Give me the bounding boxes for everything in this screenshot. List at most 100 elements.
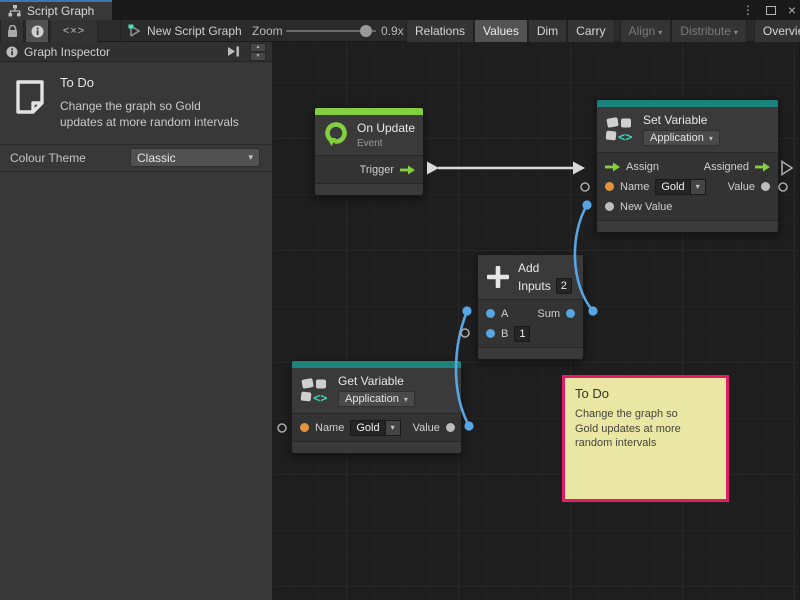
port-value-label: Value [728,181,755,193]
colour-theme-select[interactable]: Classic ▾ [130,148,260,167]
zoom-slider-handle[interactable] [360,25,372,37]
variable-name-dropdown-button[interactable]: ▾ [691,179,706,195]
b-input-port[interactable] [486,329,495,338]
external-port-set-name[interactable] [581,183,589,191]
name-input-port[interactable] [605,182,614,191]
external-port-get-name[interactable] [278,424,286,432]
port-assigned-label: Assigned [704,161,749,173]
lock-button[interactable] [0,20,24,42]
dock-panel-icon[interactable] [227,46,240,57]
scope-value: Application [345,393,399,405]
variable-name-value: Gold [655,179,690,195]
node-get-variable[interactable]: <> Get Variable Application ▾ Name [291,360,462,454]
external-port-set-value[interactable] [779,183,787,191]
window-menu-icon[interactable]: ⋮ [742,3,754,17]
scope-value: Application [650,132,704,144]
node-header: <> Get Variable Application ▾ [292,368,461,414]
info-icon [31,25,44,38]
main-area: Graph Inspector ▲ ▼ To [0,42,800,600]
graph-toolbar: <×> New Script Graph Zoom 0.9x Relations… [0,20,800,42]
chevron-down-icon: ▾ [391,423,395,432]
edge-endpoint[interactable] [582,200,591,209]
inspector-divider [0,171,272,172]
inspector-toggle-button[interactable] [25,20,49,42]
variable-name-field[interactable]: Gold ▾ [655,179,705,195]
zoom-label: Zoom [252,20,283,42]
close-icon[interactable]: × [788,3,796,17]
node-header: On Update Event [315,115,423,156]
zoom-slider[interactable] [286,30,376,32]
edge-endpoint[interactable] [462,306,471,315]
node-on-update[interactable]: On Update Event Trigger [314,107,424,196]
control-edge-start-arrow [427,162,439,175]
edge-endpoint[interactable] [588,306,597,315]
external-port-add-b[interactable] [461,329,469,337]
graph-inspector-header: Graph Inspector ▲ ▼ [0,42,272,62]
node-footer [292,442,461,453]
variables-icon: <> [300,377,330,405]
sticky-note[interactable]: To Do Change the graph so Gold updates a… [562,375,729,502]
values-button[interactable]: Values [474,20,528,42]
variable-scope-dropdown[interactable]: Application ▾ [643,130,720,146]
value-output-port[interactable] [446,423,455,432]
relations-button[interactable]: Relations [406,20,474,42]
name-input-port[interactable] [300,423,309,432]
tab-label: Script Graph [27,4,94,18]
node-add[interactable]: Add Inputs 2 A Sum [477,254,584,360]
node-footer [597,221,778,232]
graph-name-label[interactable]: New Script Graph [147,20,242,42]
node-color-bar [315,108,423,115]
node-color-bar [292,361,461,368]
variable-scope-dropdown[interactable]: Application ▾ [338,391,415,407]
variable-name-dropdown-button[interactable]: ▾ [386,420,401,436]
carry-button[interactable]: Carry [567,20,614,42]
scroll-down-button[interactable]: ▼ [250,52,266,61]
node-footer [315,184,423,195]
plus-icon [486,265,510,289]
port-name-label: Name [315,422,344,434]
port-name-label: Name [620,181,649,193]
tab-script-graph[interactable]: Script Graph [0,0,112,20]
distribute-dropdown[interactable]: Distribute▾ [671,20,747,42]
colour-theme-label: Colour Theme [10,151,86,165]
code-icon: <×> [63,25,85,37]
control-output-arrow-icon[interactable] [755,162,770,172]
on-update-loop-icon [323,122,349,148]
control-input-arrow-icon[interactable] [605,162,620,172]
external-port-assigned[interactable] [782,162,792,175]
edge-endpoint[interactable] [464,421,473,430]
inputs-count-field[interactable]: 2 [556,278,572,294]
inspector-title: Graph Inspector [24,45,221,59]
svg-text:<>: <> [313,391,327,405]
sum-output-port[interactable] [566,309,575,318]
node-ports: Name Gold ▾ Value [292,414,461,442]
node-ports: Trigger [315,156,423,184]
svg-text:<>: <> [618,130,632,144]
b-value-field[interactable]: 1 [514,326,530,342]
node-title: Set Variable [643,113,720,127]
maximize-icon[interactable] [766,6,776,15]
info-icon [6,46,18,58]
colour-theme-value: Classic [137,151,176,165]
toolbar-separator [120,20,121,42]
node-set-variable[interactable]: <> Set Variable Application ▾ [596,99,779,233]
node-subtitle: Event [357,138,415,149]
value-output-port[interactable] [761,182,770,191]
scroll-up-button[interactable]: ▲ [250,43,266,52]
port-new-value-label: New Value [620,201,672,213]
a-input-port[interactable] [486,309,495,318]
overview-button[interactable]: Overview [754,20,800,42]
variables-icon: <> [605,116,635,144]
graph-canvas[interactable]: To Do Change the graph so Gold updates a… [273,42,799,600]
dim-button[interactable]: Dim [528,20,567,42]
align-dropdown[interactable]: Align▾ [620,20,672,42]
control-output-arrow-icon[interactable] [400,165,415,175]
node-ports: Assign Assigned Name Gold ▾ [597,153,778,221]
code-preview-button[interactable]: <×> [50,20,98,42]
variable-name-field[interactable]: Gold ▾ [350,420,400,436]
node-footer [478,348,583,359]
sticky-note-body: Change the graph so Gold updates at more… [575,407,703,451]
new-value-input-port[interactable] [605,202,614,211]
node-header: <> Set Variable Application ▾ [597,107,778,153]
node-title: Add [518,261,572,275]
